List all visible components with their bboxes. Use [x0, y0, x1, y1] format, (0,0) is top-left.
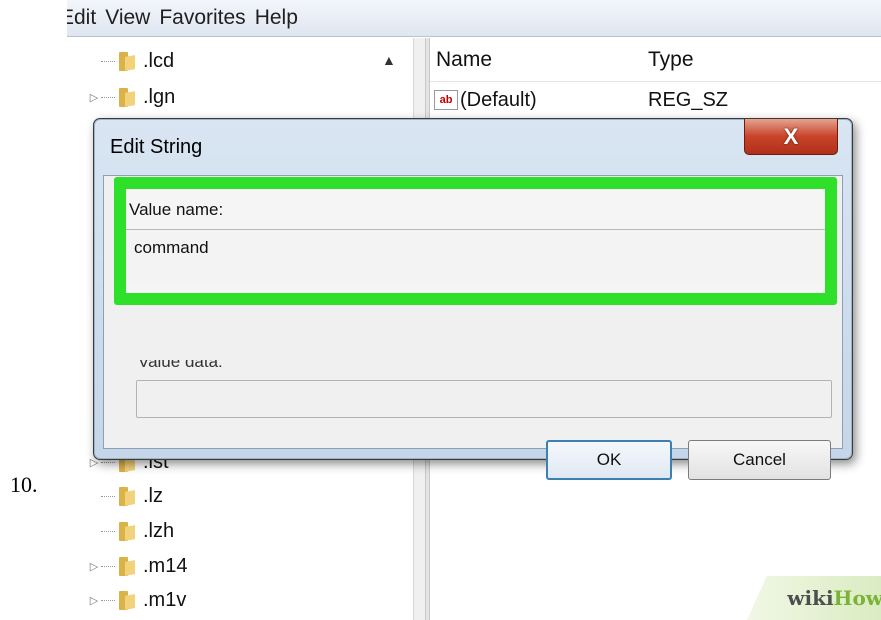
tree-connector: [101, 495, 115, 497]
value-name-cell: (Default): [460, 89, 537, 111]
tree-item-label: .lgn: [143, 85, 176, 108]
tree-connector: [101, 599, 115, 601]
tree-connector: [101, 96, 115, 98]
expand-arrow-icon[interactable]: ▷: [87, 91, 101, 104]
ok-button[interactable]: OK: [546, 440, 672, 480]
expand-arrow-icon[interactable]: ▷: [87, 560, 101, 573]
string-value-icon: ab: [434, 90, 458, 110]
value-name-group: Value name: command: [126, 189, 825, 293]
value-type-cell: REG_SZ: [648, 89, 729, 111]
tree-item-label: .lz: [143, 484, 163, 507]
column-header-type[interactable]: Type: [648, 48, 694, 72]
folder-icon: [117, 86, 137, 108]
tree-item[interactable]: ▷ .m14: [87, 549, 188, 583]
menu-favorites[interactable]: Favorites: [159, 6, 254, 30]
folder-icon: [117, 50, 137, 72]
tree-connector: [101, 530, 115, 532]
tree-connector: [101, 461, 115, 463]
close-icon: X: [783, 123, 799, 149]
wikihow-watermark: wiki How: [747, 576, 881, 620]
menu-bar: Edit View Favorites Help: [67, 0, 881, 37]
watermark-wiki: wiki: [787, 586, 834, 610]
tree-item-label: .m14: [143, 554, 188, 577]
value-name-input[interactable]: command: [126, 229, 825, 281]
edit-string-dialog: Edit String X Value data: OK Cancel Valu…: [93, 118, 853, 480]
list-item[interactable]: ab (Default) REG_SZ: [430, 84, 881, 118]
menu-view[interactable]: View: [105, 6, 159, 30]
watermark-how: How: [833, 586, 881, 610]
tree-item[interactable]: ▷ .m1v: [87, 583, 187, 617]
menu-edit[interactable]: Edit: [67, 6, 105, 30]
folder-icon: [117, 520, 137, 542]
folder-icon: [117, 485, 137, 507]
value-data-label: Value data:: [138, 360, 223, 370]
folder-icon: [117, 555, 137, 577]
menu-help[interactable]: Help: [255, 6, 307, 30]
highlight-box: Value name: command: [114, 177, 837, 305]
tree-item-label: .m1v: [143, 588, 187, 611]
tree-connector: [101, 60, 115, 62]
tree-item[interactable]: ▷ .lgn: [87, 80, 175, 114]
value-data-input[interactable]: [136, 380, 832, 418]
value-name-label: Value name:: [129, 200, 224, 219]
dialog-title: Edit String: [110, 136, 203, 158]
step-number: 10.: [10, 472, 38, 497]
tree-item[interactable]: .lcd: [87, 44, 174, 78]
list-header: Name Type: [430, 38, 881, 82]
tree-item-label: .lzh: [143, 519, 175, 542]
folder-icon: [117, 589, 137, 611]
expand-arrow-icon[interactable]: ▷: [87, 594, 101, 607]
scroll-up-icon[interactable]: ▲: [382, 52, 396, 68]
close-button[interactable]: X: [744, 119, 838, 155]
cancel-button[interactable]: Cancel: [688, 440, 831, 480]
tree-connector: [101, 565, 115, 567]
tree-item-label: .lcd: [143, 49, 175, 72]
value-name-text: command: [134, 238, 209, 257]
tree-item[interactable]: .lzh: [87, 514, 174, 548]
column-header-name[interactable]: Name: [436, 48, 492, 72]
tree-item[interactable]: .lz: [87, 479, 163, 513]
